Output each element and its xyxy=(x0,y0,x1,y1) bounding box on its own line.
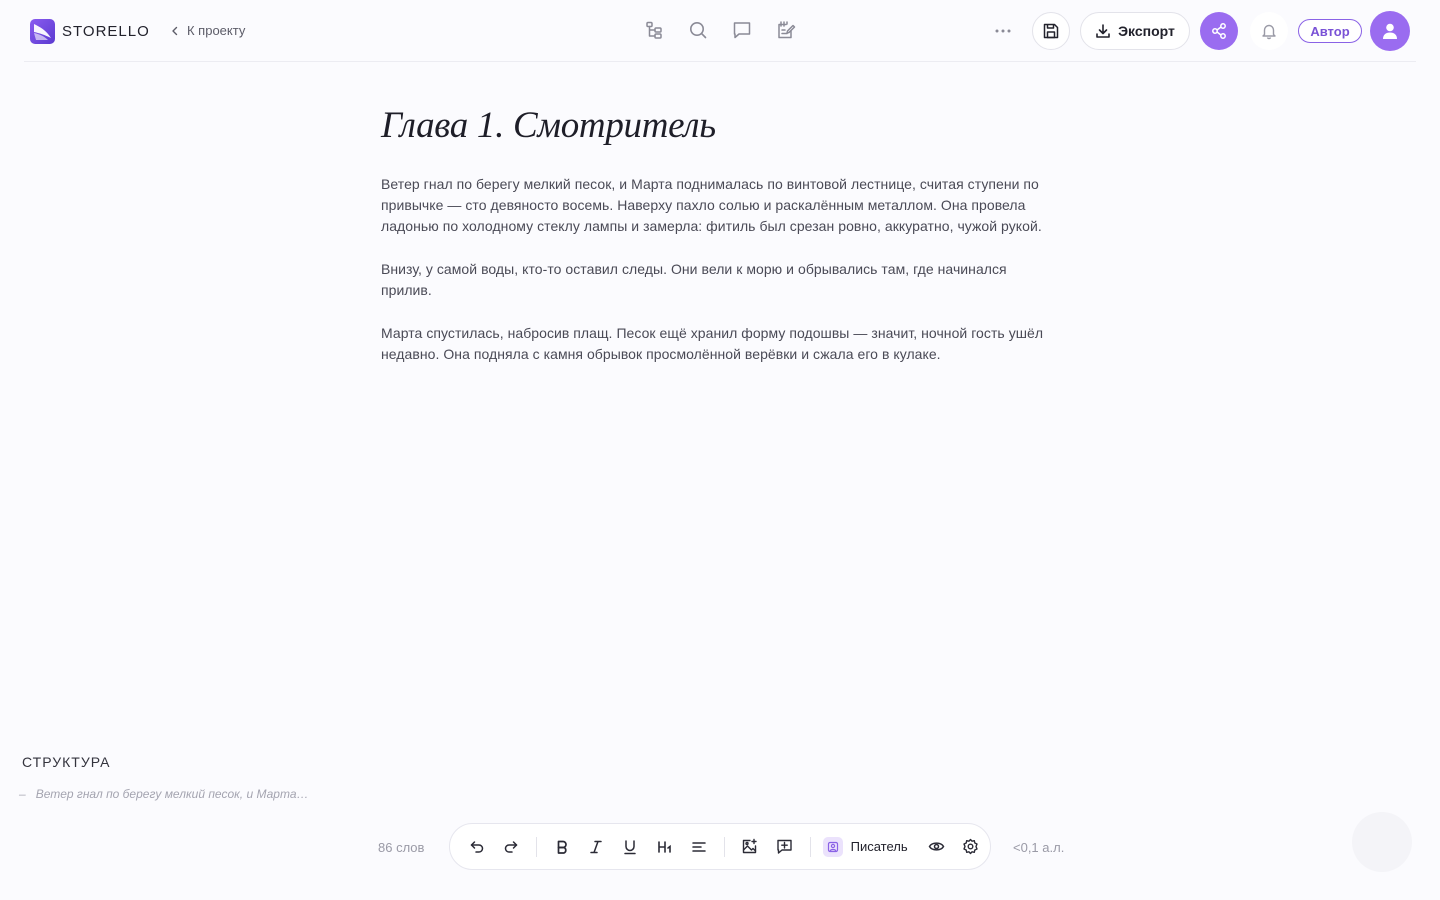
toolbar-divider xyxy=(724,836,726,857)
paragraph[interactable]: Марта спустилась, набросив плащ. Песок е… xyxy=(381,323,1061,365)
more-horizontal-icon xyxy=(994,28,1012,34)
writer-icon xyxy=(822,836,843,857)
gear-icon xyxy=(962,838,979,855)
preview-button[interactable] xyxy=(922,832,951,862)
structure-icon xyxy=(644,20,664,40)
paragraph[interactable]: Ветер гнал по берегу мелкий песок, и Мар… xyxy=(381,174,1061,237)
save-icon xyxy=(1042,22,1060,40)
chapter-title[interactable]: Глава 1. Смотритель xyxy=(381,104,1061,164)
align-left-icon xyxy=(691,839,707,855)
comment-icon xyxy=(732,20,752,40)
back-to-project-link[interactable]: К проекту xyxy=(169,23,245,38)
insert-image-button[interactable] xyxy=(735,832,764,862)
undo-icon xyxy=(469,839,485,855)
back-label: К проекту xyxy=(187,23,246,38)
avatar[interactable] xyxy=(1370,11,1410,51)
chevron-left-icon xyxy=(169,25,181,37)
underline-icon xyxy=(622,839,638,855)
underline-button[interactable] xyxy=(616,832,645,862)
word-count: 86 слов xyxy=(378,840,425,855)
bold-button[interactable] xyxy=(547,832,576,862)
brand-name: STORELLO xyxy=(62,23,150,40)
redo-button[interactable] xyxy=(496,832,525,862)
comment-add-icon xyxy=(776,838,793,855)
top-bar: STORELLO К проекту Экспорт Автор xyxy=(24,0,1416,62)
center-toolbar xyxy=(641,17,799,43)
role-badge[interactable]: Автор xyxy=(1298,19,1362,43)
download-icon xyxy=(1095,23,1111,39)
search-icon xyxy=(688,20,708,40)
share-button[interactable] xyxy=(1200,12,1238,50)
author-sheets-volume: <0,1 а.л. xyxy=(1013,840,1065,855)
align-button[interactable] xyxy=(684,832,713,862)
toolbar-divider xyxy=(809,836,811,857)
structure-item[interactable]: – Ветер гнал по берегу мелкий песок, и М… xyxy=(19,787,309,801)
heading-button[interactable] xyxy=(650,832,679,862)
more-menu-button[interactable] xyxy=(990,18,1016,44)
storello-logo-icon[interactable] xyxy=(30,19,55,44)
user-icon xyxy=(1381,22,1399,40)
writer-mode-button[interactable]: Писатель xyxy=(822,836,908,857)
notifications-button[interactable] xyxy=(1250,12,1288,50)
document-editor[interactable]: Глава 1. Смотритель Ветер гнал по берегу… xyxy=(381,104,1061,377)
add-comment-button[interactable] xyxy=(769,832,798,862)
share-icon xyxy=(1210,22,1228,40)
formatting-toolbar: Писатель xyxy=(449,823,991,870)
heading-icon xyxy=(657,839,673,855)
structure-item-text: Ветер гнал по берегу мелкий песок, и Мар… xyxy=(35,787,309,801)
toolbar-divider xyxy=(536,836,538,857)
bold-icon xyxy=(554,839,570,855)
italic-button[interactable] xyxy=(582,832,611,862)
search-button[interactable] xyxy=(685,17,711,43)
writer-mode-label: Писатель xyxy=(850,839,908,854)
comments-button[interactable] xyxy=(729,17,755,43)
notes-icon xyxy=(776,20,796,40)
structure-bullet: – xyxy=(19,787,26,801)
settings-button[interactable] xyxy=(956,832,985,862)
bell-icon xyxy=(1260,22,1278,40)
structure-button[interactable] xyxy=(641,17,667,43)
structure-heading: СТРУКТУРА xyxy=(22,754,111,770)
eye-icon xyxy=(928,838,945,855)
italic-icon xyxy=(588,839,604,855)
export-label: Экспорт xyxy=(1118,23,1175,39)
notes-button[interactable] xyxy=(773,17,799,43)
paragraph[interactable]: Внизу, у самой воды, кто-то оставил след… xyxy=(381,259,1061,301)
image-add-icon xyxy=(741,838,758,855)
help-button[interactable] xyxy=(1352,812,1412,872)
redo-icon xyxy=(503,839,519,855)
undo-button[interactable] xyxy=(462,832,491,862)
save-button[interactable] xyxy=(1032,12,1070,50)
export-button[interactable]: Экспорт xyxy=(1080,12,1190,50)
